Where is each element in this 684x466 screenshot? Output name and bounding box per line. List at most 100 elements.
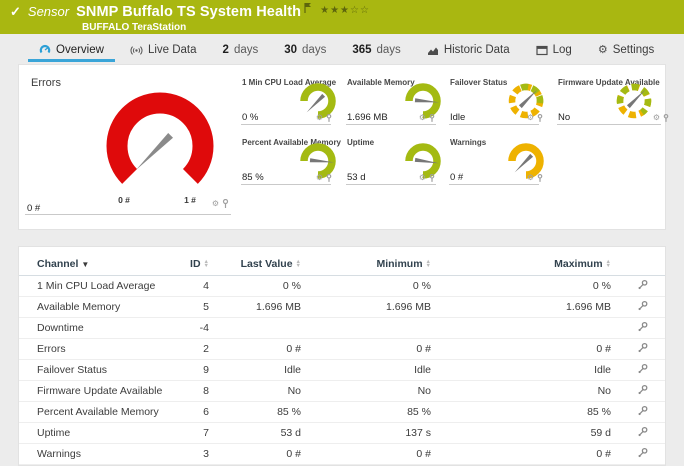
- table-header-row: Channel ▼ ID ▲ ▼ Last Value ▲ ▼ Minimum ▲ ▼ Max…: [19, 253, 665, 276]
- gear-icon[interactable]: ⚙: [316, 174, 323, 182]
- settings-icon: ⚙: [597, 43, 608, 56]
- sort-icon: ▲ ▼: [605, 259, 611, 270]
- wrench-icon[interactable]: [637, 384, 648, 398]
- parent-device-label: BUFFALO TeraStation: [82, 22, 187, 33]
- channel-last-value: [217, 317, 309, 339]
- channel-table: Channel ▼ ID ▲ ▼ Last Value ▲ ▼ Minimum ▲ ▼ Max…: [19, 253, 665, 465]
- gear-icon[interactable]: ⚙: [653, 114, 660, 122]
- table-row: 1 Min CPU Load Average 4 0 % 0 % 0 %: [19, 275, 665, 297]
- channel-minimum: No: [309, 380, 439, 402]
- table-row: Uptime 7 53 d 137 s 59 d: [19, 422, 665, 444]
- pin-icon[interactable]: [537, 109, 543, 127]
- channel-id: 6: [177, 401, 217, 423]
- channel-name: Warnings: [19, 443, 177, 465]
- channel-id: 4: [177, 275, 217, 297]
- column-header-id[interactable]: ID ▲ ▼: [177, 253, 217, 276]
- historic-data-icon: [427, 45, 439, 56]
- column-header-maximum[interactable]: Maximum ▲ ▼: [439, 253, 619, 276]
- tab-30-days[interactable]: 30 days: [271, 38, 339, 62]
- column-header-last-value[interactable]: Last Value ▲ ▼: [217, 253, 309, 276]
- channel-name: Uptime: [19, 422, 177, 444]
- primary-gauge-footer: 0 # ⚙: [25, 198, 231, 215]
- tab-2-days[interactable]: 2 days: [210, 38, 272, 62]
- sensor-header: ✓ Sensor SNMP Buffalo TS System Health ★…: [0, 0, 684, 34]
- tab-live-data[interactable]: Live Data: [117, 38, 210, 62]
- channel-minimum: 0 #: [309, 338, 439, 360]
- gear-icon[interactable]: ⚙: [316, 114, 323, 122]
- channel-last-value: 53 d: [217, 422, 309, 444]
- pin-icon[interactable]: [429, 109, 435, 127]
- column-header-actions: [619, 253, 665, 276]
- pin-icon[interactable]: [326, 169, 332, 187]
- wrench-icon[interactable]: [637, 300, 648, 314]
- primary-gauge-title: Errors: [31, 77, 61, 89]
- channel-maximum: 0 #: [439, 443, 619, 465]
- pin-icon[interactable]: [222, 195, 229, 213]
- gauge-percent-available-memory: Percent Available Memory 85 % ⚙: [241, 133, 346, 193]
- sort-icon: ▲ ▼: [295, 259, 301, 270]
- object-kind-label: Sensor: [27, 4, 70, 19]
- wrench-icon[interactable]: [637, 426, 648, 440]
- wrench-icon[interactable]: [637, 342, 648, 356]
- table-row: Available Memory 5 1.696 MB 1.696 MB 1.6…: [19, 296, 665, 318]
- column-header-minimum[interactable]: Minimum ▲ ▼: [309, 253, 439, 276]
- pin-icon[interactable]: [663, 109, 669, 127]
- priority-stars[interactable]: ★★★☆☆: [320, 5, 370, 16]
- channel-name: Failover Status: [19, 359, 177, 381]
- channel-maximum: No: [439, 380, 619, 402]
- channel-last-value: 0 #: [217, 338, 309, 360]
- channel-id: 8: [177, 380, 217, 402]
- gear-icon[interactable]: ⚙: [527, 114, 534, 122]
- channel-name: 1 Min CPU Load Average: [19, 275, 177, 297]
- channel-last-value: 1.696 MB: [217, 296, 309, 318]
- gear-icon[interactable]: ⚙: [527, 174, 534, 182]
- tab-log[interactable]: Log: [523, 38, 585, 62]
- channel-minimum: 137 s: [309, 422, 439, 444]
- channel-id: 9: [177, 359, 217, 381]
- live-data-icon: [130, 45, 143, 56]
- wrench-icon[interactable]: [637, 363, 648, 377]
- channel-table-body: 1 Min CPU Load Average 4 0 % 0 % 0 % Ava…: [19, 275, 665, 465]
- pin-icon[interactable]: [326, 109, 332, 127]
- errors-gauge: [106, 92, 214, 184]
- status-check-icon: ✓: [10, 3, 21, 19]
- channel-maximum: 85 %: [439, 401, 619, 423]
- channel-id: 7: [177, 422, 217, 444]
- pin-icon[interactable]: [537, 169, 543, 187]
- channel-name: Firmware Update Available: [19, 380, 177, 402]
- tab-settings[interactable]: ⚙ Settings: [585, 38, 667, 62]
- sort-icon: ▲ ▼: [425, 259, 431, 270]
- wrench-icon[interactable]: [637, 447, 648, 461]
- wrench-icon[interactable]: [637, 279, 648, 293]
- gear-icon[interactable]: ⚙: [212, 200, 219, 208]
- channel-last-value: 0 %: [217, 275, 309, 297]
- channel-last-value: Idle: [217, 359, 309, 381]
- table-row: Downtime -4: [19, 317, 665, 339]
- tab-historic-data[interactable]: Historic Data: [414, 38, 523, 62]
- gauges-panel: Errors 0 # 1 # 0 # ⚙ 1 Min CPU Load Aver…: [18, 64, 669, 230]
- table-row: Firmware Update Available 8 No No No: [19, 380, 665, 402]
- channel-name: Available Memory: [19, 296, 177, 318]
- channel-minimum: Idle: [309, 359, 439, 381]
- channel-last-value: No: [217, 380, 309, 402]
- channel-last-value: 85 %: [217, 401, 309, 423]
- channel-name: Errors: [19, 338, 177, 360]
- pin-icon[interactable]: [429, 169, 435, 187]
- gauge-warnings: Warnings 0 # ⚙: [449, 133, 557, 193]
- primary-gauge-value: 0 #: [27, 203, 41, 214]
- wrench-icon[interactable]: [637, 321, 648, 335]
- sort-icon: ▲ ▼: [203, 259, 209, 270]
- channel-minimum: [309, 317, 439, 339]
- tab-bar: Overview Live Data 2 days 30 days 365 da…: [0, 38, 684, 62]
- tab-overview[interactable]: Overview: [26, 38, 117, 62]
- gear-icon[interactable]: ⚙: [419, 114, 426, 122]
- page-title: SNMP Buffalo TS System Health: [76, 3, 302, 20]
- gear-icon[interactable]: ⚙: [419, 174, 426, 182]
- wrench-icon[interactable]: [637, 405, 648, 419]
- tab-365-days[interactable]: 365 days: [339, 38, 413, 62]
- table-row: Warnings 3 0 # 0 # 0 #: [19, 443, 665, 465]
- column-header-channel[interactable]: Channel ▼: [19, 253, 177, 276]
- channel-id: 5: [177, 296, 217, 318]
- table-row: Failover Status 9 Idle Idle Idle: [19, 359, 665, 381]
- channel-name: Percent Available Memory: [19, 401, 177, 423]
